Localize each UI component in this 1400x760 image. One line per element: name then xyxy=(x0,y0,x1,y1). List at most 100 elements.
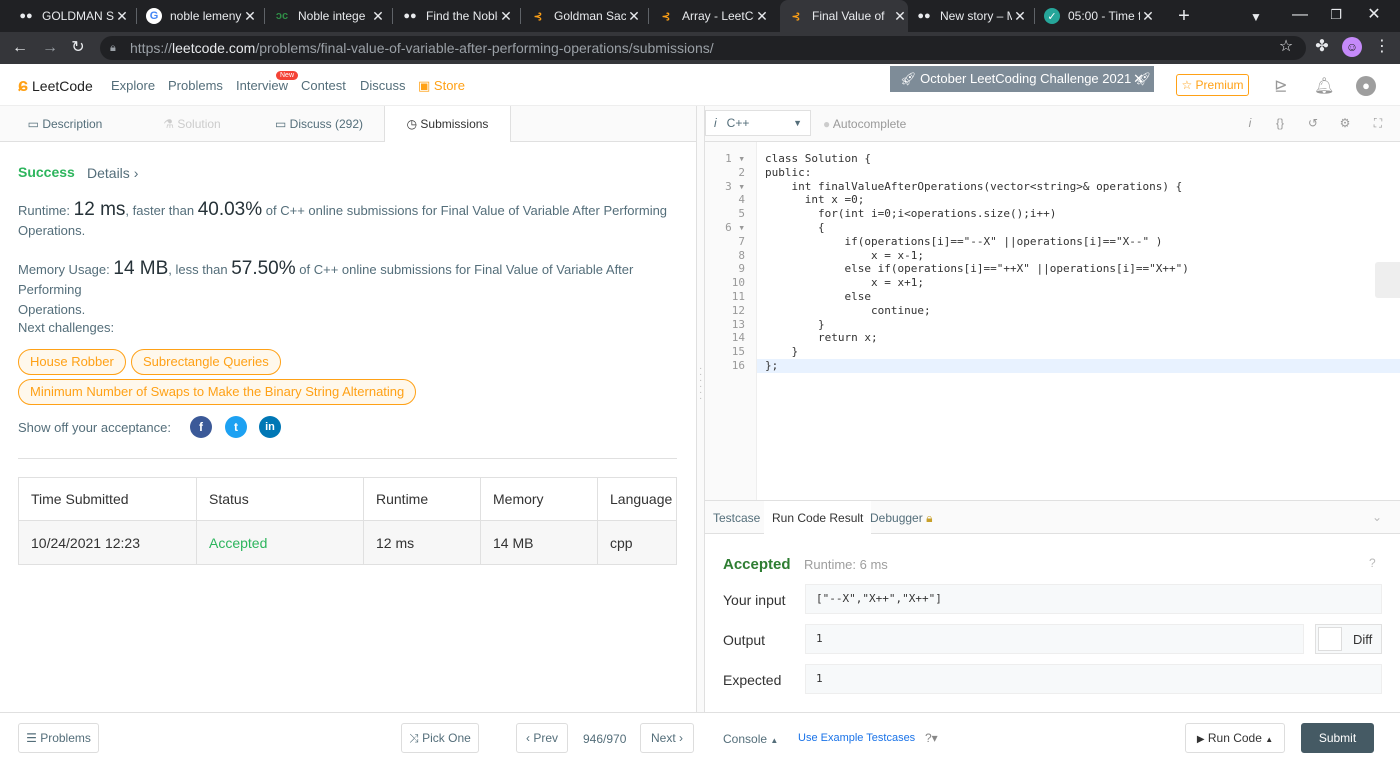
description-icon: ▭ xyxy=(27,117,39,131)
close-icon[interactable]: ✕ xyxy=(1133,66,1144,92)
language-select[interactable]: i C++ ▼ xyxy=(705,110,811,136)
column-header: Runtime xyxy=(363,477,481,521)
reset-icon[interactable]: ↺ xyxy=(1305,116,1321,132)
bell-icon[interactable]: 🔔︎ xyxy=(1314,76,1334,96)
close-icon[interactable]: ✕ xyxy=(1012,8,1028,25)
submit-button[interactable]: Submit xyxy=(1301,723,1374,753)
braces-icon[interactable]: {} xyxy=(1272,116,1288,132)
nav-interview[interactable]: Interview xyxy=(236,78,288,93)
tab-debugger[interactable]: Debugger 🔒︎ xyxy=(862,501,940,535)
tab-title: Noble intege xyxy=(298,9,366,23)
help-icon[interactable]: ? xyxy=(1369,556,1376,570)
dot-icon: ● xyxy=(823,117,831,131)
close-icon[interactable]: ✕ xyxy=(754,8,770,25)
browser-tab[interactable]: ✓ 05:00 - Time f ✕ xyxy=(1044,0,1156,32)
nav-contest[interactable]: Contest xyxy=(301,78,346,93)
nav-problems[interactable]: Problems xyxy=(168,78,223,93)
use-example-testcases-link[interactable]: Use Example Testcases xyxy=(798,732,915,744)
profile-avatar[interactable]: ☺ xyxy=(1342,37,1362,57)
browser-tab[interactable]: ●● Find the Noble ✕ xyxy=(402,0,514,32)
twitter-icon[interactable]: t xyxy=(225,416,247,438)
star-icon[interactable]: ☆ xyxy=(1276,37,1296,57)
expected-label: Expected xyxy=(723,672,782,688)
line-number: 2 xyxy=(738,165,745,179)
code-line: continue; xyxy=(765,303,931,317)
logo[interactable]: ɕ LeetCode xyxy=(18,75,93,96)
playground-icon[interactable]: ⊵ xyxy=(1271,76,1291,96)
code-editor[interactable]: 1 ▾ 2 3 ▾ 4 5 6 ▾ 7 8 9 10 11 12 13 14 15 1… xyxy=(705,142,1400,500)
memory-summary: Memory Usage: 14 MB, less than 57.50% of… xyxy=(18,259,688,320)
reload-icon[interactable]: ↻ xyxy=(68,38,88,58)
medium-icon: ●● xyxy=(917,10,931,22)
extensions-icon[interactable]: ✤ xyxy=(1312,37,1332,57)
minimize-icon[interactable]: — xyxy=(1290,5,1310,25)
autocomplete-toggle[interactable]: ● Autocomplete xyxy=(823,117,906,131)
challenge-pill[interactable]: Minimum Number of Swaps to Make the Bina… xyxy=(18,379,417,405)
close-icon[interactable]: ✕ xyxy=(370,8,386,25)
nav-store[interactable]: ▣ Store xyxy=(418,78,465,94)
back-icon[interactable]: ← xyxy=(10,38,30,58)
browser-tab-active[interactable]: ⊰ Final Value of ✕ xyxy=(780,0,908,32)
browser-tab[interactable]: ●● New story – M ✕ xyxy=(916,0,1028,32)
line-number: 10 xyxy=(731,276,745,290)
browser-tab[interactable]: ↄc Noble intege ✕ xyxy=(274,0,386,32)
menu-icon[interactable]: ⋮ xyxy=(1372,37,1392,57)
new-tab-icon[interactable]: + xyxy=(1174,6,1194,26)
nav-explore[interactable]: Explore xyxy=(111,78,155,93)
help-icon[interactable]: ?▾ xyxy=(925,731,938,745)
column-header: Time Submitted xyxy=(18,477,197,521)
close-icon[interactable]: ✕ xyxy=(114,8,130,25)
run-code-button[interactable]: ▶ Run Code ▲ xyxy=(1185,723,1285,753)
details-link[interactable]: Details › xyxy=(87,165,138,181)
close-icon[interactable]: ✕ xyxy=(892,8,908,25)
table-cell: 14 MB xyxy=(480,520,598,565)
problems-button[interactable]: ☰ Problems xyxy=(18,723,99,753)
prev-button[interactable]: ‹ Prev xyxy=(516,723,568,753)
fullscreen-icon[interactable]: ⛶ xyxy=(1370,116,1386,132)
autocomplete-label: Autocomplete xyxy=(832,117,907,131)
tab-testcase[interactable]: Testcase xyxy=(705,501,768,535)
next-button[interactable]: Next › xyxy=(640,723,694,753)
close-icon[interactable]: ✕ xyxy=(498,8,514,25)
code-line: int x =0; xyxy=(765,193,865,207)
forward-icon[interactable]: → xyxy=(40,38,60,58)
user-avatar-icon[interactable]: ● xyxy=(1356,76,1376,96)
close-icon[interactable]: ✕ xyxy=(1140,8,1156,25)
tab-submissions[interactable]: ◷ Submissions xyxy=(384,106,511,143)
table-row[interactable]: 10/24/2021 12:23 Accepted 12 ms 14 MB cp… xyxy=(18,520,677,565)
chevron-down-icon[interactable]: ⌄ xyxy=(1372,510,1382,524)
diff-toggle[interactable]: Diff xyxy=(1315,624,1382,654)
pick-one-button[interactable]: ⤨ Pick One xyxy=(401,723,479,753)
challenge-pill[interactable]: Subrectangle Queries xyxy=(131,349,281,375)
close-window-icon[interactable]: ✕ xyxy=(1364,5,1384,25)
status-link[interactable]: Accepted xyxy=(196,520,364,565)
console-toggle[interactable]: Console ▲ xyxy=(723,732,778,746)
challenge-pill[interactable]: House Robber xyxy=(18,349,126,375)
console-label: Console xyxy=(723,732,768,746)
info-icon[interactable]: i xyxy=(1242,116,1258,132)
tab-search-icon[interactable]: ▼ xyxy=(1246,7,1266,27)
premium-button[interactable]: ☆ Premium xyxy=(1176,74,1249,96)
side-note-icon[interactable] xyxy=(1375,262,1400,298)
browser-tab[interactable]: ●● GOLDMAN SA ✕ xyxy=(18,0,130,32)
url-field[interactable]: 🔒︎ https://leetcode.com/problems/final-va… xyxy=(100,36,1306,60)
settings-icon[interactable]: ⚙ xyxy=(1337,116,1353,132)
tab-discuss[interactable]: ▭ Discuss (292) xyxy=(254,106,384,142)
close-icon[interactable]: ✕ xyxy=(626,8,642,25)
browser-tab[interactable]: ⊰ Goldman Sach ✕ xyxy=(530,0,642,32)
tab-run-code-result[interactable]: Run Code Result xyxy=(764,501,872,535)
close-icon[interactable]: ✕ xyxy=(242,8,258,25)
linkedin-icon[interactable]: in xyxy=(259,416,281,438)
restore-icon[interactable]: ❐ xyxy=(1326,5,1346,25)
facebook-icon[interactable]: f xyxy=(190,416,212,438)
tab-description[interactable]: ▭ Description xyxy=(0,106,130,142)
challenge-banner[interactable]: 🚀︎ October LeetCoding Challenge 2021 🚀︎ … xyxy=(890,66,1154,92)
browser-tab[interactable]: G noble lemeny ✕ xyxy=(146,0,258,32)
google-icon: G xyxy=(146,8,162,24)
browser-tab[interactable]: ⊰ Array - LeetCo ✕ xyxy=(658,0,770,32)
code-line: else xyxy=(765,290,871,303)
nav-discuss[interactable]: Discuss xyxy=(360,78,406,93)
pane-resizer[interactable]: · · · · · · xyxy=(696,106,705,712)
tab-solution[interactable]: ⚗ Solution xyxy=(130,106,254,142)
code-line: x = x+1; xyxy=(765,276,924,290)
